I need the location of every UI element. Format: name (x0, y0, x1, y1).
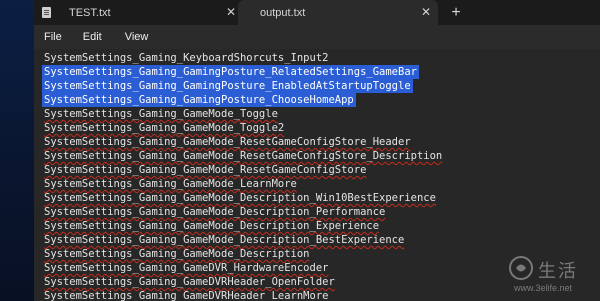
new-tab-button[interactable]: + (446, 3, 466, 23)
text-line[interactable]: SystemSettings_Gaming_GameMode_ResetGame… (42, 135, 413, 149)
watermark-url: www.3elife.net (514, 283, 573, 293)
text-line[interactable]: SystemSettings_Gaming_GameMode_Descripti… (42, 247, 312, 261)
selected-text-line[interactable]: SystemSettings_Gaming_GamingPosture_Choo… (42, 93, 356, 107)
desktop-background (0, 0, 34, 301)
selected-text-line[interactable]: SystemSettings_Gaming_GamingPosture_Rela… (42, 65, 419, 79)
tab-label: output.txt (260, 6, 306, 19)
text-line[interactable]: SystemSettings_Gaming_GameMode_Toggle (42, 107, 280, 121)
text-line[interactable]: SystemSettings_Gaming_GameMode_LearnMore (42, 177, 299, 191)
text-line[interactable]: SystemSettings_Gaming_GameMode_Descripti… (42, 219, 381, 233)
text-line[interactable]: SystemSettings_Gaming_GameDVRHeader_Lear… (42, 289, 330, 301)
tab-bar: TEST.txt ✕ output.txt ✕ + (34, 0, 600, 25)
selected-text-line[interactable]: SystemSettings_Gaming_GamingPosture_Enab… (42, 79, 413, 93)
text-line[interactable]: SystemSettings_Gaming_GameDVRHeader_Open… (42, 275, 337, 289)
menu-file[interactable]: File (38, 25, 68, 49)
notepad-window: TEST.txt ✕ output.txt ✕ + File Edit View… (34, 0, 600, 301)
text-line[interactable]: SystemSettings_Gaming_GameMode_ResetGame… (42, 163, 368, 177)
tab-output-txt[interactable]: output.txt ✕ (238, 0, 438, 25)
text-line[interactable]: SystemSettings_Gaming_KeyboardShorcuts_I… (42, 51, 330, 65)
menu-bar: File Edit View (34, 25, 600, 49)
menu-edit[interactable]: Edit (77, 25, 108, 49)
text-line[interactable]: SystemSettings_Gaming_GameMode_Descripti… (42, 191, 438, 205)
text-line[interactable]: SystemSettings_Gaming_GameMode_Toggle2 (42, 121, 286, 135)
watermark-logo-icon (509, 256, 533, 280)
tab-test-txt[interactable]: TEST.txt ✕ (42, 0, 238, 25)
text-line[interactable]: SystemSettings_Gaming_GameDVR_HardwareEn… (42, 261, 330, 275)
menu-view[interactable]: View (119, 25, 155, 49)
site-watermark: 生活 www.3elife.net (504, 253, 594, 297)
close-icon[interactable]: ✕ (419, 5, 433, 19)
close-icon[interactable]: ✕ (224, 5, 238, 19)
tab-label: TEST.txt (69, 6, 111, 19)
watermark-text: 生活 (538, 261, 578, 282)
file-icon (42, 7, 51, 18)
text-line[interactable]: SystemSettings_Gaming_GameMode_ResetGame… (42, 149, 444, 163)
text-line[interactable]: SystemSettings_Gaming_GameMode_Descripti… (42, 233, 406, 247)
text-line[interactable]: SystemSettings_Gaming_GameMode_Descripti… (42, 205, 387, 219)
